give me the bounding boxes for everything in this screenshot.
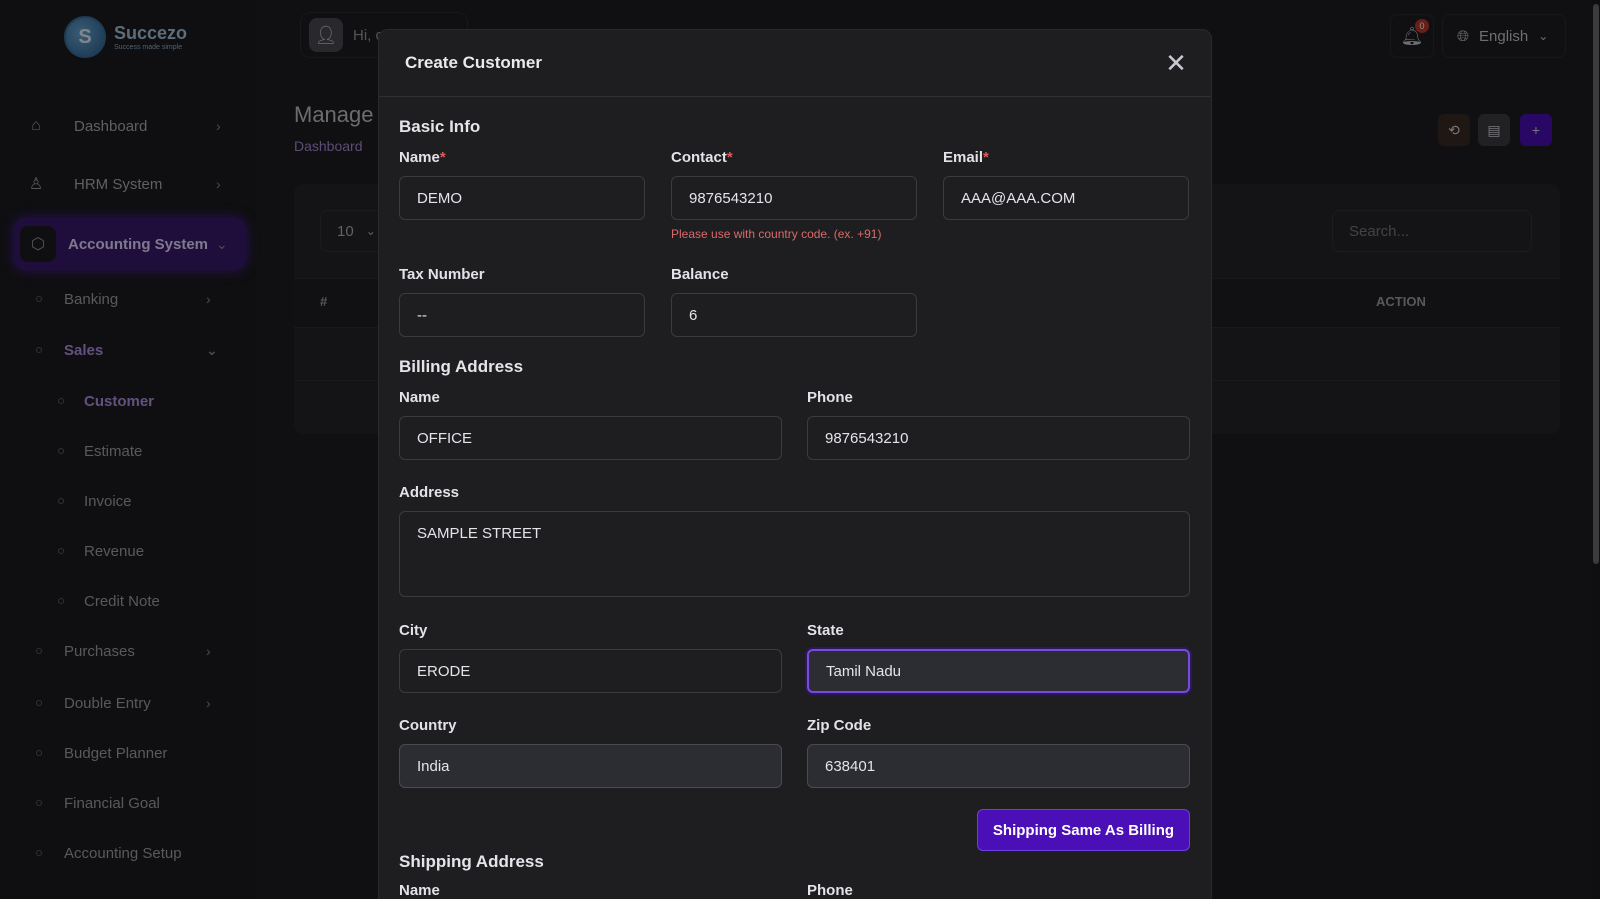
shipping-phone-label: Phone (807, 882, 853, 899)
billing-phone-label: Phone (807, 389, 853, 406)
billing-name-field[interactable]: OFFICE (399, 416, 782, 460)
balance-label: Balance (671, 266, 729, 283)
close-icon: ✕ (1165, 48, 1187, 78)
section-title-basic-info: Basic Info (399, 117, 481, 136)
email-label: Email* (943, 149, 989, 166)
billing-address-field[interactable]: SAMPLE STREET (399, 511, 1190, 597)
close-button[interactable]: ✕ (1163, 50, 1189, 76)
section-title-shipping-address: Shipping Address (399, 852, 544, 871)
billing-city-field[interactable]: ERODE (399, 649, 782, 693)
billing-state-label: State (807, 622, 844, 639)
page-scrollbar-thumb[interactable] (1593, 4, 1599, 564)
billing-zip-field[interactable]: 638401 (807, 744, 1190, 788)
billing-zip-label: Zip Code (807, 717, 872, 734)
name-label: Name* (399, 149, 446, 166)
create-customer-modal: Create Customer ✕ Basic Info Name* DEMO … (378, 29, 1212, 899)
billing-state-field[interactable]: Tamil Nadu (807, 649, 1190, 693)
customer-name-field[interactable]: DEMO (399, 176, 645, 220)
billing-city-label: City (399, 622, 428, 639)
section-title-billing-address: Billing Address (399, 357, 524, 376)
shipping-same-as-billing-button[interactable]: Shipping Same As Billing (977, 809, 1190, 851)
billing-phone-field[interactable]: 9876543210 (807, 416, 1190, 460)
billing-address-label: Address (399, 484, 460, 501)
required-mark: * (983, 149, 989, 166)
contact-label: Contact* (671, 149, 733, 166)
balance-field[interactable]: 6 (671, 293, 917, 337)
tax-number-label: Tax Number (399, 266, 485, 283)
billing-name-label: Name (399, 389, 440, 406)
shipping-name-label: Name (399, 882, 440, 899)
billing-country-label: Country (399, 717, 457, 734)
modal-header: Create Customer (379, 30, 1211, 97)
required-mark: * (726, 149, 733, 166)
contact-hint: Please use with country code. (ex. +91) (671, 227, 882, 241)
required-mark: * (439, 149, 446, 166)
email-field[interactable]: AAA@AAA.COM (943, 176, 1189, 220)
tax-number-field[interactable]: -- (399, 293, 645, 337)
contact-field[interactable]: 9876543210 (671, 176, 917, 220)
billing-country-field[interactable]: India (399, 744, 782, 788)
modal-title: Create Customer (405, 53, 542, 72)
